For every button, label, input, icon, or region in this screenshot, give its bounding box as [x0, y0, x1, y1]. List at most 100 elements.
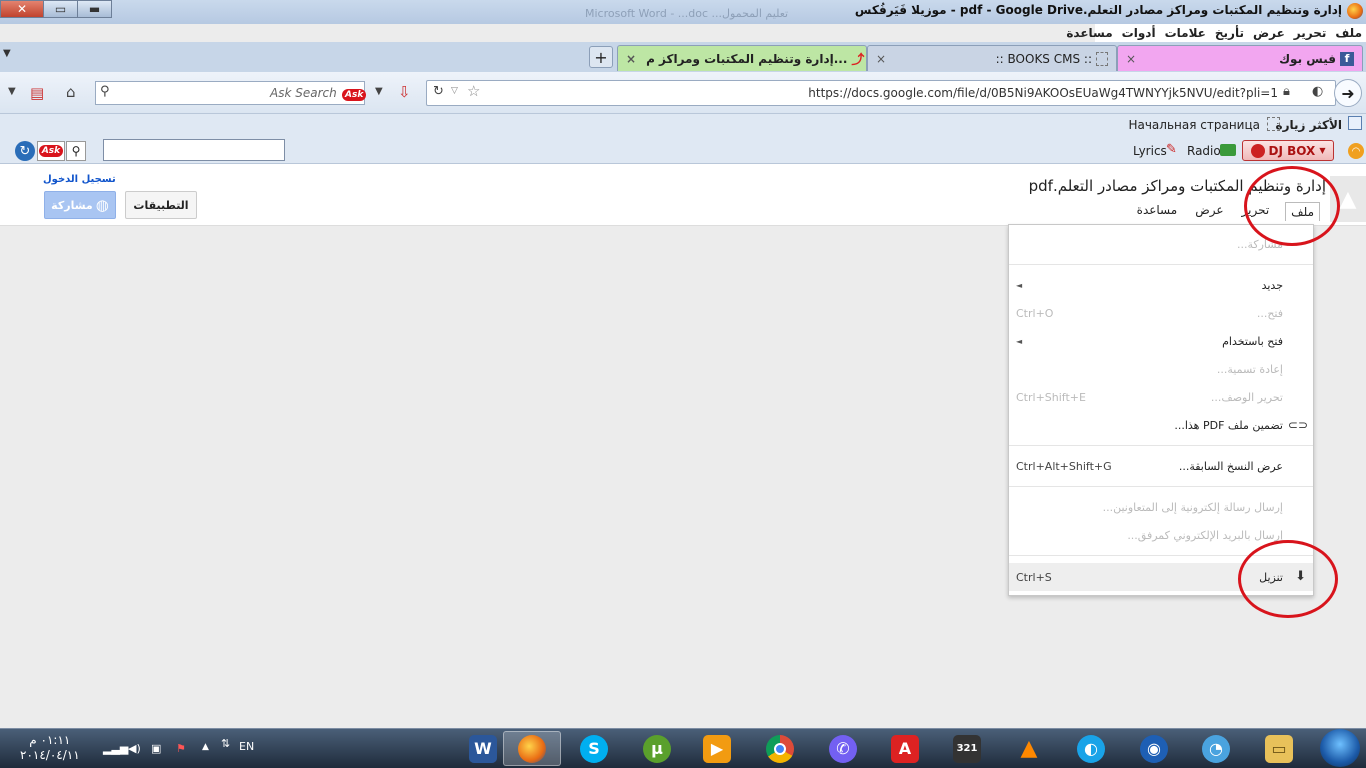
firefox-icon [1347, 3, 1363, 19]
tab-pdf-document[interactable]: × إدارة وتنظيم المكتبات ومراكز م... ⤴ [617, 45, 867, 71]
menu-view[interactable]: عرض [1253, 26, 1285, 40]
vlc-icon: ▲ [1020, 736, 1038, 761]
window-controls: ✕ ▭ ▬ [0, 0, 112, 18]
page-icon [1267, 117, 1280, 131]
keyboard-icon[interactable]: ⇅ [221, 737, 230, 750]
download-icon[interactable]: ⇩ [398, 83, 411, 101]
list-all-tabs-icon[interactable]: ▼ [3, 48, 11, 59]
search-engine-dropdown-icon[interactable]: ▼ [375, 86, 383, 97]
taskbar-acrobat[interactable]: A [876, 731, 934, 766]
doc-menu-help[interactable]: مساعدة [1135, 202, 1180, 221]
lyrics-link[interactable]: Lyrics [1133, 144, 1167, 158]
radio-link[interactable]: Radio [1187, 144, 1221, 158]
dj-box-button[interactable]: DJ BOX ▼ [1242, 140, 1334, 161]
tab-close-icon[interactable]: × [876, 52, 886, 66]
taskbar-chrome[interactable] [751, 731, 809, 766]
menu-item-open: Ctrl+O فتح... [1016, 306, 1283, 320]
dj-box-label: DJ BOX [1268, 143, 1316, 158]
tab-books-cms[interactable]: × :: BOOKS CMS :: [867, 45, 1117, 71]
menu-tools[interactable]: أدوات [1122, 26, 1156, 40]
menu-item-new[interactable]: ◄ جديد [1009, 273, 1313, 297]
menu-item-email-collaborators: إرسال رسالة إلكترونية إلى المتعاونين... [1102, 500, 1283, 514]
taskbar-viber[interactable]: ✆ [814, 731, 872, 766]
signal-icon[interactable]: ▂▃▅ [103, 742, 128, 755]
home-icon[interactable]: ⌂ [66, 83, 76, 101]
tab-close-icon[interactable]: × [626, 52, 636, 66]
search-icon[interactable]: ⚲ [66, 141, 86, 161]
ask-toolbar-input[interactable] [103, 139, 285, 161]
lock-icon: 🔒︎ [1283, 84, 1290, 99]
menu-help[interactable]: مساعدة [1066, 26, 1112, 40]
menu-file[interactable]: ملف [1335, 26, 1362, 40]
menu-item-revisions[interactable]: Ctrl+Alt+Shift+G عرض النسخ السابقة... [1009, 454, 1313, 478]
taskbar-video[interactable]: ▶ [688, 731, 746, 766]
taskbar-skype[interactable]: S [565, 731, 623, 766]
menu-separator [1009, 264, 1313, 265]
menu-item-edit-description: Ctrl+Shift+E تحرير الوصف... [1016, 390, 1283, 404]
acrobat-icon: A [891, 734, 919, 763]
window-title: إدارة وتنظيم المكتبات ومراكز مصادر التعل… [854, 3, 1342, 17]
language-indicator[interactable]: EN [239, 740, 254, 753]
search-placeholder: Ask Search [270, 86, 337, 100]
bookmark-star-icon[interactable]: ☆ [467, 82, 480, 100]
taskbar-firefox[interactable] [503, 731, 561, 766]
close-button[interactable]: ✕ [0, 0, 44, 18]
taskbar-app[interactable]: ◔ [1187, 731, 1245, 766]
home-page-bookmark[interactable]: Начальная страница [1128, 118, 1260, 132]
tab-facebook[interactable]: × فيس بوك f [1117, 45, 1363, 71]
tab-label: فيس بوك [1279, 51, 1336, 66]
firefox-icon [518, 734, 546, 763]
sign-in-link[interactable]: تسجيل الدخول [43, 174, 116, 185]
taskbar-explorer[interactable]: ▭ [1250, 731, 1308, 766]
flag-icon[interactable]: ⚑ [176, 742, 186, 755]
skype-icon: S [580, 734, 608, 763]
menu-edit[interactable]: تحرير [1294, 26, 1327, 40]
headphones-icon[interactable]: ◠ [1348, 143, 1364, 159]
link-icon: ⊂⊃ [1287, 418, 1308, 432]
menu-item-embed[interactable]: تضمين ملف PDF هذا... [1009, 413, 1313, 437]
tab-label: إدارة وتنظيم المكتبات ومراكز م... [646, 51, 848, 66]
ask-logo: Ask [342, 86, 367, 101]
microphone-icon: ✎ [1166, 142, 1177, 157]
page-icon [1096, 51, 1108, 66]
show-hidden-icons[interactable]: ▲ [202, 742, 209, 752]
ask-logo[interactable]: Ask [37, 141, 65, 161]
search-icon: ⚲ [100, 84, 110, 99]
maximize-button[interactable]: ▭ [44, 0, 78, 18]
taskbar-vlc[interactable]: ▲ [1000, 731, 1058, 766]
app-icon: ◔ [1202, 734, 1230, 763]
go-forward-button[interactable]: ➜ [1334, 79, 1362, 107]
taskbar-media-player[interactable]: 321 [938, 731, 996, 766]
menu-history[interactable]: تأريخ [1215, 26, 1244, 40]
media-player-321-icon: 321 [953, 734, 981, 763]
menu-item-rename: إعادة تسمية... [1216, 362, 1283, 376]
pdf-toolbar-icon[interactable]: ▤ [30, 84, 44, 102]
new-tab-button[interactable]: + [589, 46, 613, 68]
taskbar-update[interactable]: ◐ [1062, 731, 1120, 766]
folder-icon: ▭ [1265, 734, 1293, 763]
apps-button[interactable]: التطبيقات [125, 191, 197, 219]
minimize-button[interactable]: ▬ [78, 0, 112, 18]
url-dropdown-icon[interactable]: ▽ [451, 86, 458, 96]
doc-menu-view[interactable]: عرض [1193, 202, 1225, 221]
background-window-title: Microsoft Word - ...doc ...تعليم المحمول [585, 7, 789, 20]
site-identity-icon[interactable]: ◐ [1312, 84, 1323, 99]
submenu-arrow-icon: ◄ [1016, 336, 1023, 346]
start-button[interactable] [1320, 729, 1360, 767]
taskbar-utorrent[interactable]: µ [628, 731, 686, 766]
menu-bookmarks[interactable]: علامات [1165, 26, 1206, 40]
reload-icon[interactable]: ↻ [433, 84, 444, 99]
volume-icon[interactable]: ◀︎) [128, 742, 141, 755]
share-button[interactable]: مشاركة ◍ [44, 191, 116, 219]
dropdown-arrow-icon[interactable]: ▼ [8, 86, 16, 97]
refresh-icon[interactable]: ↻ [15, 141, 35, 161]
tab-close-icon[interactable]: × [1126, 52, 1136, 66]
submenu-arrow-icon: ◄ [1016, 280, 1023, 290]
system-clock[interactable]: ٠١:١١ م ٢٠١٤/٠٤/١١ [20, 733, 80, 763]
taskbar-earth[interactable]: ◉ [1125, 731, 1183, 766]
menu-bar: ملف تحرير عرض تأريخ علامات أدوات مساعدة [1066, 24, 1366, 42]
clock-date: ٢٠١٤/٠٤/١١ [20, 748, 80, 762]
menu-item-open-with[interactable]: ◄ فتح باستخدام [1009, 329, 1313, 353]
network-icon[interactable]: ▣ [151, 742, 161, 755]
most-visited-bookmark[interactable]: الأكثر زيارة [1276, 118, 1342, 132]
